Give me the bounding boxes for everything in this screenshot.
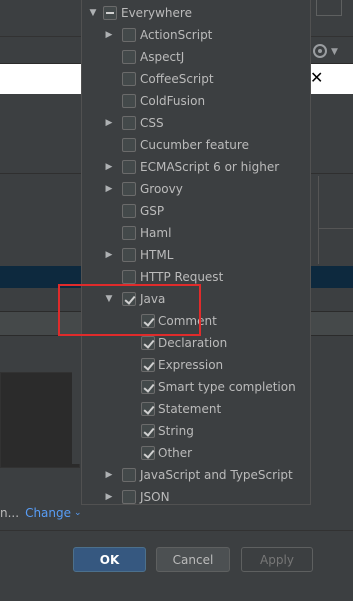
expand-arrow-right-icon[interactable]: ▶ (104, 184, 114, 194)
side-panel-box (318, 176, 353, 228)
tree-item-checkbox[interactable] (122, 226, 136, 240)
expand-arrow-right-icon[interactable]: ▶ (104, 470, 114, 480)
tree-item-checkbox[interactable] (122, 204, 136, 218)
tree-item[interactable]: ▶ JavaScript and TypeScript (82, 464, 300, 486)
tree-item-checkbox[interactable] (122, 490, 136, 504)
expand-arrow-right-icon[interactable]: ▶ (104, 250, 114, 260)
tree-item-checkbox[interactable] (122, 270, 136, 284)
tree-item-checkbox[interactable] (122, 468, 136, 482)
tree-item[interactable]: AspectJ (82, 46, 300, 68)
tree-item-label: CSS (140, 116, 164, 130)
tree-item-checkbox[interactable] (141, 446, 155, 460)
tree-item-checkbox[interactable] (122, 182, 136, 196)
footer-divider (0, 530, 353, 531)
tree-item-checkbox[interactable] (141, 336, 155, 350)
tree-item-label: Expression (158, 358, 224, 372)
tree-item[interactable]: Statement (82, 398, 300, 420)
tree-item-checkbox[interactable] (122, 248, 136, 262)
tree-item-checkbox[interactable] (122, 160, 136, 174)
tree-item[interactable]: Cucumber feature (82, 134, 300, 156)
context-row: n... Change ⌄ (0, 504, 82, 522)
tree-item-label: ActionScript (140, 28, 213, 42)
chevron-down-icon[interactable]: ⌄ (74, 508, 82, 518)
ok-button[interactable]: OK (73, 547, 146, 572)
tree-item-label: Everywhere (121, 6, 192, 20)
context-text: n... (0, 506, 20, 520)
tree-item-label: CoffeeScript (140, 72, 214, 86)
tree-item-checkbox[interactable] (122, 28, 136, 42)
tree-item-label: ColdFusion (140, 94, 206, 108)
tree-item[interactable]: ▶ ECMAScript 6 or higher (82, 156, 300, 178)
tree-item-checkbox[interactable] (141, 380, 155, 394)
chevron-down-icon[interactable]: ▼ (331, 47, 338, 57)
context-tree-popup[interactable]: ▼ Everywhere ▶ ActionScript AspectJ CoffeeScr… (81, 0, 311, 505)
side-panel-box (318, 228, 353, 264)
expand-arrow-down-icon[interactable]: ▼ (88, 8, 98, 18)
tree-item-label: String (158, 424, 194, 438)
expand-arrow-right-icon[interactable]: ▶ (104, 30, 114, 40)
cancel-button[interactable]: Cancel (156, 547, 230, 572)
tree-item-label: Smart type completion (158, 380, 296, 394)
tree-item-checkbox[interactable] (103, 6, 117, 20)
tree-item[interactable]: ▶ HTML (82, 244, 300, 266)
java-highlight-box (58, 284, 201, 336)
tree-item-label: HTTP Request (140, 270, 224, 284)
tree-item-label: JSON (140, 490, 170, 504)
editor-area[interactable] (0, 372, 80, 468)
tree-item[interactable]: String (82, 420, 300, 442)
tree-item[interactable]: Smart type completion (82, 376, 300, 398)
tree-item-label: JavaScript and TypeScript (140, 468, 293, 482)
tree-item-checkbox[interactable] (122, 138, 136, 152)
tree-item-checkbox[interactable] (141, 424, 155, 438)
tree-item[interactable]: Expression (82, 354, 300, 376)
tree-item-checkbox[interactable] (122, 94, 136, 108)
tree-item-checkbox[interactable] (122, 116, 136, 130)
tree-item-checkbox[interactable] (141, 402, 155, 416)
tree-item-label: Haml (140, 226, 172, 240)
tree-item[interactable]: ▼ Everywhere (82, 2, 300, 24)
window-control-box (316, 0, 342, 16)
tree-item[interactable]: CoffeeScript (82, 68, 300, 90)
tree-item-label: ECMAScript 6 or higher (140, 160, 280, 174)
tree-item[interactable]: GSP (82, 200, 300, 222)
tree-item-label: Statement (158, 402, 222, 416)
tree-item-label: Cucumber feature (140, 138, 249, 152)
tree-item-checkbox[interactable] (122, 72, 136, 86)
tree-item-label: Other (158, 446, 193, 460)
scrollbar[interactable] (72, 372, 80, 464)
tree-item[interactable]: ColdFusion (82, 90, 300, 112)
tree-item[interactable]: Haml (82, 222, 300, 244)
tree-item[interactable]: Other (82, 442, 300, 464)
tree-item-label: Declaration (158, 336, 228, 350)
expand-arrow-right-icon[interactable]: ▶ (104, 118, 114, 128)
tree-item[interactable]: ▶ ActionScript (82, 24, 300, 46)
close-icon[interactable]: ✕ (310, 68, 323, 87)
tree-item[interactable]: ▶ CSS (82, 112, 300, 134)
tree-item[interactable]: ▶ Groovy (82, 178, 300, 200)
tree-item[interactable]: ▶ JSON (82, 486, 300, 504)
tree-item-label: GSP (140, 204, 165, 218)
change-link[interactable]: Change (25, 506, 71, 520)
expand-arrow-right-icon[interactable]: ▶ (104, 492, 114, 502)
tree-item-label: AspectJ (140, 50, 185, 64)
gear-icon[interactable] (313, 44, 327, 58)
expand-arrow-right-icon[interactable]: ▶ (104, 162, 114, 172)
apply-button[interactable]: Apply (241, 547, 313, 572)
tree-item-checkbox[interactable] (141, 358, 155, 372)
tree-item-checkbox[interactable] (122, 50, 136, 64)
tree-item-label: Groovy (140, 182, 183, 196)
tree-item-label: HTML (140, 248, 174, 262)
